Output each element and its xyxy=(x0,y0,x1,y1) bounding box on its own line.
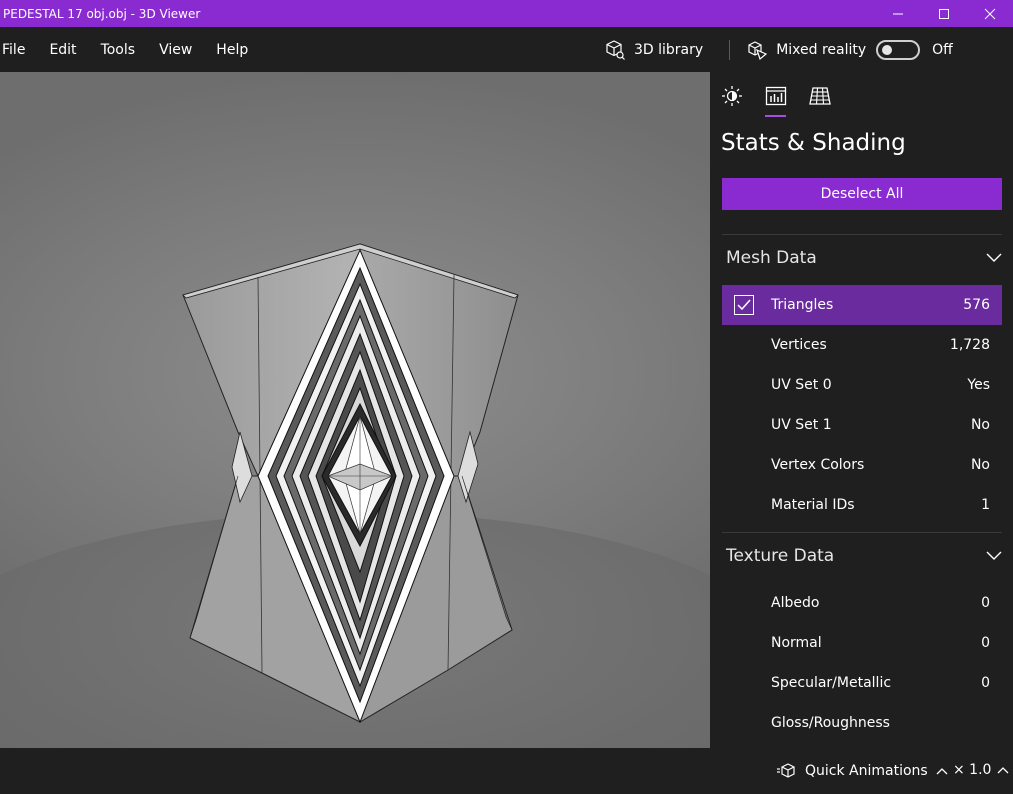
row-value: 0 xyxy=(981,635,990,651)
menu-divider xyxy=(729,39,731,60)
3d-library-button[interactable]: 3D library xyxy=(604,39,703,61)
mesh-row-material-ids[interactable]: Material IDs 1 xyxy=(722,485,1002,525)
row-value: No xyxy=(970,417,990,433)
row-label: Normal xyxy=(771,635,822,651)
row-value: 0 xyxy=(981,595,990,611)
mesh-data-header[interactable]: Mesh Data xyxy=(726,243,1002,273)
mixed-reality-label: Mixed reality xyxy=(776,41,867,58)
minimize-button[interactable] xyxy=(875,0,921,27)
pedestal-model xyxy=(182,243,519,724)
check-icon xyxy=(737,299,751,311)
row-label: Triangles xyxy=(771,297,834,313)
mesh-row-vertex-colors[interactable]: Vertex Colors No xyxy=(722,445,1002,485)
tab-stats[interactable] xyxy=(764,84,788,108)
menu-tools[interactable]: Tools xyxy=(101,42,148,58)
toggle-state-label: Off xyxy=(932,41,953,58)
menu-right-group: 3D library Mixed reality Off xyxy=(604,27,953,72)
texture-row-albedo[interactable]: Albedo 0 xyxy=(722,583,1002,623)
mixed-reality-toggle[interactable] xyxy=(876,39,921,60)
mixed-reality-icon xyxy=(748,40,768,60)
tab-lighting[interactable] xyxy=(720,84,744,108)
maximize-icon xyxy=(939,8,949,19)
row-label: Material IDs xyxy=(771,497,855,513)
menu-view[interactable]: View xyxy=(159,42,204,58)
row-label: Specular/Metallic xyxy=(771,675,892,691)
title-bar: PEDESTAL 17 obj.obj - 3D Viewer xyxy=(0,0,1013,27)
menu-bar: File Edit Tools View Help 3D library Mix… xyxy=(0,27,1013,72)
mesh-row-uv-set-1[interactable]: UV Set 1 No xyxy=(722,405,1002,445)
row-value: 1,728 xyxy=(949,337,990,353)
window-title: PEDESTAL 17 obj.obj - 3D Viewer xyxy=(3,6,201,21)
row-value: No xyxy=(970,457,990,473)
row-value: 0 xyxy=(981,675,990,691)
row-label: UV Set 1 xyxy=(771,417,832,433)
stats-panel: Stats & Shading Deselect All Mesh Data T… xyxy=(710,72,1013,748)
row-value: 1 xyxy=(981,497,990,513)
section-divider xyxy=(722,532,1002,533)
row-value: 576 xyxy=(963,297,990,313)
animation-cube-icon xyxy=(777,763,795,778)
cube-library-icon xyxy=(606,39,625,60)
section-divider xyxy=(722,234,1002,235)
texture-data-header[interactable]: Texture Data xyxy=(726,541,1002,571)
deselect-all-button[interactable]: Deselect All xyxy=(722,178,1002,210)
quick-animations-label: Quick Animations xyxy=(805,763,928,779)
sun-icon xyxy=(722,86,742,106)
toggle-knob xyxy=(882,44,893,55)
mesh-row-vertices[interactable]: Vertices 1,728 xyxy=(722,325,1002,365)
mesh-data-label: Mesh Data xyxy=(726,248,817,268)
texture-row-normal[interactable]: Normal 0 xyxy=(722,623,1002,663)
status-bar: Quick Animations × 1.0 xyxy=(0,748,1013,794)
minimize-icon xyxy=(893,13,903,14)
chevron-up-icon xyxy=(936,768,948,775)
row-label: Gloss/Roughness xyxy=(771,715,890,731)
row-label: Vertex Colors xyxy=(771,457,865,473)
panel-title: Stats & Shading xyxy=(721,130,906,156)
row-label: Vertices xyxy=(771,337,827,353)
tab-grid[interactable] xyxy=(808,84,832,108)
animation-speed-button[interactable]: × 1.0 xyxy=(953,762,1009,778)
menu-file[interactable]: File xyxy=(2,42,37,58)
active-tab-indicator xyxy=(765,115,786,117)
panel-tabs xyxy=(710,72,1013,118)
mesh-row-triangles[interactable]: Triangles 576 xyxy=(722,285,1002,325)
mixed-reality-button[interactable]: Mixed reality xyxy=(746,39,866,61)
close-icon xyxy=(984,8,996,19)
grid-icon xyxy=(809,87,831,105)
stats-chart-icon xyxy=(765,86,787,106)
maximize-button[interactable] xyxy=(921,0,967,27)
menu-edit[interactable]: Edit xyxy=(49,42,88,58)
chevron-up-icon xyxy=(997,767,1009,774)
3d-library-label: 3D library xyxy=(634,41,704,58)
texture-row-gloss-roughness[interactable]: Gloss/Roughness xyxy=(722,703,1002,743)
texture-row-specular-metallic[interactable]: Specular/Metallic 0 xyxy=(722,663,1002,703)
menu-list: File Edit Tools View Help xyxy=(0,42,260,58)
row-label: Albedo xyxy=(771,595,820,611)
chevron-down-icon[interactable] xyxy=(986,253,1002,263)
row-label: UV Set 0 xyxy=(771,377,832,393)
speed-label: × 1.0 xyxy=(953,762,992,778)
quick-animations-button[interactable]: Quick Animations xyxy=(777,762,948,780)
3d-viewport[interactable] xyxy=(0,72,710,748)
chevron-down-icon[interactable] xyxy=(986,551,1002,561)
row-value: Yes xyxy=(967,377,990,393)
texture-data-label: Texture Data xyxy=(726,546,835,566)
triangles-checkbox[interactable] xyxy=(734,295,754,315)
close-button[interactable] xyxy=(967,0,1013,27)
mesh-row-uv-set-0[interactable]: UV Set 0 Yes xyxy=(722,365,1002,405)
menu-help[interactable]: Help xyxy=(216,42,260,58)
